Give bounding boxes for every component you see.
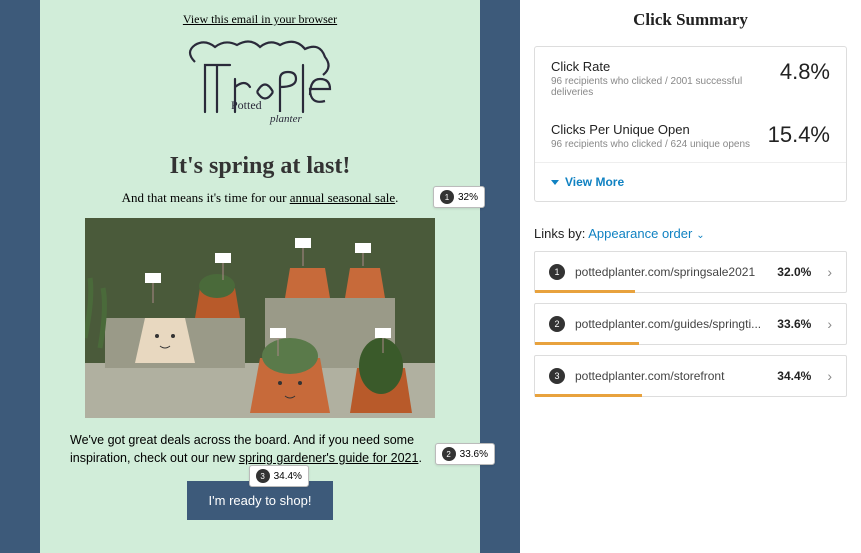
chevron-right-icon: › [827,368,832,384]
metric-sub: 96 recipients who clicked / 624 unique o… [551,139,750,150]
chevron-down-icon: ⌄ [696,230,704,241]
metric-sub: 96 recipients who clicked / 2001 success… [551,76,780,98]
link-progress-bar [535,342,639,345]
link-url: pottedplanter.com/springsale2021 [575,265,767,279]
link-url: pottedplanter.com/guides/springti... [575,317,767,331]
link-pct: 33.6% [777,317,811,331]
badge-pct: 33.6% [460,449,488,460]
link-number: 1 [549,264,565,280]
email-body: View this email in your browser Potted pl… [40,0,480,553]
chevron-right-icon: › [827,316,832,332]
svg-text:planter: planter [269,113,302,125]
view-in-browser-link[interactable]: View this email in your browser [70,12,450,27]
badge-number: 3 [256,469,270,483]
metric-label: Click Rate [551,59,780,74]
badge-pct: 32% [458,192,478,203]
click-summary-title: Click Summary [534,10,847,30]
link-row[interactable]: 2 pottedplanter.com/guides/springti... 33.… [534,303,847,345]
view-more-link[interactable]: View More [551,175,830,189]
sort-dropdown[interactable]: Appearance order⌄ [588,226,704,241]
metric-value: 15.4% [768,122,830,148]
brand-logo: Potted planter [70,37,450,137]
badge-number: 2 [442,447,456,461]
click-badge-3[interactable]: 3 34.4% [249,465,309,487]
link-pct: 34.4% [777,369,811,383]
badge-number: 1 [440,190,454,204]
link-url: pottedplanter.com/storefront [575,369,767,383]
link-number: 2 [549,316,565,332]
click-badge-1[interactable]: 1 32% [433,186,485,208]
chevron-right-icon: › [827,264,832,280]
analytics-panel: Click Summary Click Rate 96 recipients w… [520,0,861,553]
metric-click-rate: Click Rate 96 recipients who clicked / 2… [535,47,846,110]
email-headline: It's spring at last! [70,153,450,180]
link-progress-bar [535,290,635,293]
email-preview-panel: View this email in your browser Potted pl… [0,0,520,553]
email-subline: And that means it's time for our annual … [70,190,450,206]
summary-box: Click Rate 96 recipients who clicked / 2… [534,46,847,202]
guide-link[interactable]: spring gardener's guide for 2021 [239,451,419,465]
metric-value: 4.8% [780,59,830,85]
click-badge-2[interactable]: 2 33.6% [435,443,495,465]
email-body-text: We've got great deals across the board. … [70,432,450,467]
link-row[interactable]: 3 pottedplanter.com/storefront 34.4% › [534,355,847,397]
svg-text:Potted: Potted [231,98,262,112]
subline-text: And that means it's time for our [122,190,290,205]
metric-label: Clicks Per Unique Open [551,122,750,137]
link-row[interactable]: 1 pottedplanter.com/springsale2021 32.0% › [534,251,847,293]
hero-image [85,218,435,418]
seasonal-sale-link[interactable]: annual seasonal sale [290,190,395,205]
links-sort: Links by: Appearance order⌄ [534,226,847,241]
badge-pct: 34.4% [274,471,302,482]
link-progress-bar [535,394,642,397]
metric-clicks-per-open: Clicks Per Unique Open 96 recipients who… [535,110,846,162]
link-number: 3 [549,368,565,384]
link-pct: 32.0% [777,265,811,279]
